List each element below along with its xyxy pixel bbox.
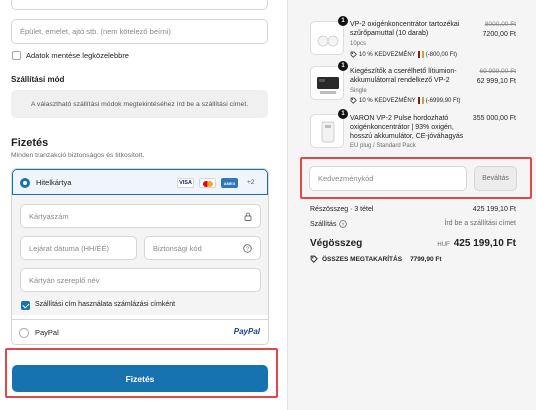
pay-button[interactable]: Fizetés (12, 365, 268, 392)
apartment-placeholder: Épület, emelet, ajtó stb. (nem kötelező … (20, 27, 171, 36)
item-discount: 10 % KEDVEZMÉNY (-800,00 Ft) (350, 51, 457, 58)
paypal-option[interactable]: PayPal PayPal (12, 319, 268, 344)
item-old-price: 69 999,00 Ft (479, 68, 517, 75)
item-quantity-badge: 1 (338, 16, 348, 26)
card-fields-panel: Kártyaszám Lejárat dátuma (HH/ÉÉ) Bizton… (12, 195, 268, 315)
help-circle-icon[interactable]: ? (339, 220, 348, 228)
svg-text:?: ? (342, 222, 345, 228)
battery-kit-image (317, 77, 339, 94)
paypal-label: PayPal (35, 328, 59, 337)
discount-marker-2 (421, 97, 424, 104)
discount-marker (417, 97, 420, 104)
product-image-concentrator (310, 114, 344, 148)
total-currency: HUF (437, 242, 450, 248)
item-variant: 10pcs (350, 41, 367, 47)
cardholder-name-input[interactable]: Kártyán szereplő név (20, 268, 261, 292)
filter-pads-image (317, 35, 339, 47)
save-info-checkbox[interactable] (12, 51, 21, 60)
total-savings: ÖSSZES MEGTAKARÍTÁS 7799,90 Ft (310, 255, 442, 263)
item-price: 355 000,00 Ft (472, 115, 516, 122)
subtotal-label: Részösszeg · 3 tétel (310, 206, 374, 213)
cardholder-name-placeholder: Kártyán szereplő név (29, 275, 100, 285)
card-number-placeholder: Kártyaszám (29, 211, 69, 221)
item-price: 62 999,10 Ft (476, 78, 516, 85)
billing-same-checkbox[interactable] (21, 301, 30, 310)
mastercard-icon (199, 178, 216, 188)
discount-code-placeholder: Kedvezménykód (318, 174, 374, 183)
expiry-input[interactable]: Lejárat dátuma (HH/ÉÉ) (20, 236, 137, 260)
subtotal-value: 425 199,10 Ft (472, 206, 516, 213)
item-discount: 10 % KEDVEZMÉNY (-6999,90 Ft) (350, 97, 460, 104)
apply-discount-label: Beváltás (482, 175, 509, 182)
discount-marker-2 (421, 51, 424, 58)
payment-subtitle: Minden tranzakció biztonságos és titkosí… (11, 152, 145, 159)
billing-same-label: Szállítási cím használata számlázási cím… (35, 301, 176, 308)
security-code-input[interactable]: Biztonsági kód ? (144, 236, 261, 260)
help-circle-icon[interactable]: ? (243, 244, 252, 253)
total-value: 425 199,10 Ft (453, 238, 516, 249)
total-label: Végösszeg (310, 238, 363, 249)
order-summary-column: 1 VP-2 oxigénkoncentrátor tartozékai szű… (287, 0, 536, 410)
apply-discount-button[interactable]: Beváltás (474, 166, 517, 191)
item-name: Kiegészítők a cserélhető lítiumion- akku… (350, 68, 457, 84)
pay-button-label: Fizetés (125, 373, 155, 384)
total-amount: HUF 425 199,10 Ft (437, 238, 516, 249)
item-old-price: 8000,00 Ft (484, 21, 516, 28)
previous-address-field[interactable] (11, 0, 268, 10)
concentrator-image (321, 121, 335, 143)
checkout-form-column: Épület, emelet, ajtó stb. (nem kötelező … (0, 0, 287, 410)
product-image-accessories (310, 66, 344, 100)
shipping-summary-value: Írd be a szállítási címet (444, 220, 516, 227)
paypal-radio[interactable] (19, 328, 29, 338)
card-number-input[interactable]: Kártyaszám (20, 204, 261, 228)
discount-marker (417, 51, 420, 58)
expiry-placeholder: Lejárat dátuma (HH/ÉÉ) (29, 243, 110, 253)
item-variant: EU plug / Standard Pack (350, 143, 416, 149)
paypal-logo: PayPal (233, 327, 260, 336)
discount-code-input[interactable]: Kedvezménykód (309, 166, 467, 191)
shipping-info-box: A választható szállítási módok megtekint… (11, 90, 268, 118)
amex-icon: AMEX (221, 178, 238, 188)
payment-method-box: Hitelkártya VISA AMEX +2 Kártyaszám Lejá… (11, 168, 269, 345)
tag-icon (350, 97, 357, 104)
save-info-label: Adatok mentése legközelebbre (26, 51, 129, 60)
security-code-placeholder: Biztonsági kód (153, 243, 202, 253)
tag-icon (350, 51, 357, 58)
more-brands-count: +2 (247, 179, 255, 186)
visa-icon: VISA (177, 178, 194, 188)
apartment-input[interactable]: Épület, emelet, ajtó stb. (nem kötelező … (11, 19, 268, 44)
shipping-method-title: Szállítási mód (11, 75, 65, 84)
credit-card-option[interactable]: Hitelkártya VISA AMEX +2 (12, 169, 268, 195)
item-variant: Single (350, 88, 367, 94)
shipping-summary-label: Szállítás (310, 220, 337, 228)
savings-label: ÖSSZES MEGTAKARÍTÁS (322, 255, 403, 263)
payment-title: Fizetés (11, 137, 49, 149)
item-quantity-badge: 1 (338, 109, 348, 119)
shipping-label-row: Szállítás ? (310, 220, 348, 228)
shipping-info-text: A választható szállítási módok megtekint… (30, 100, 249, 108)
item-name: VARON VP-2 Pulse hordozható oxigénkoncen… (350, 115, 464, 140)
product-image-filters (310, 21, 344, 55)
tag-icon (310, 255, 318, 263)
item-name: VP-2 oxigénkoncentrátor tartozékai szűrő… (350, 21, 460, 37)
svg-text:?: ? (246, 247, 249, 253)
item-price: 7200,00 Ft (482, 31, 516, 38)
lock-icon (244, 212, 252, 221)
savings-value: 7799,90 Ft (410, 255, 442, 263)
item-quantity-badge: 1 (338, 61, 348, 71)
credit-card-label: Hitelkártya (36, 178, 72, 187)
credit-card-radio[interactable] (20, 178, 30, 188)
